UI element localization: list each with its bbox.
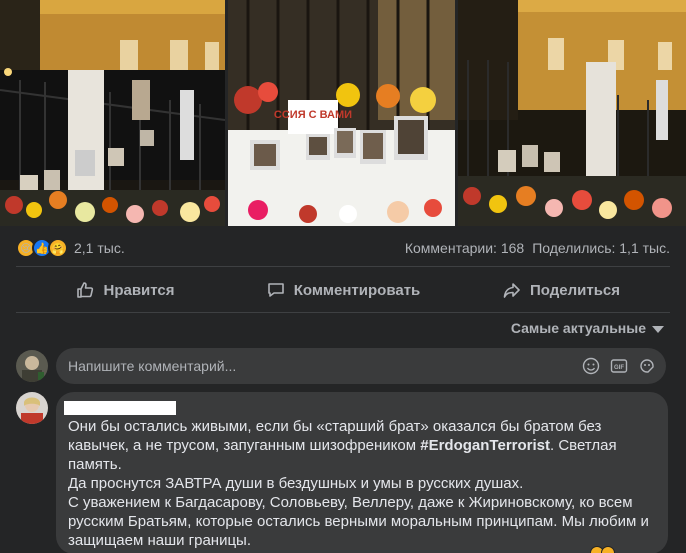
- banner-text: ССИЯ С ВАМИ: [274, 109, 352, 121]
- comment-text: Они бы остались живыми, если бы «старший…: [68, 417, 656, 550]
- comment-reaction-icon: [601, 546, 615, 553]
- shares-count[interactable]: Поделились: 1,1 тыс.: [532, 240, 670, 256]
- reactions-summary[interactable]: 😢 👍 🤗 2,1 тыс.: [16, 238, 125, 258]
- post-photo-2[interactable]: ССИЯ С ВАМИ: [228, 0, 455, 226]
- comment-reactions[interactable]: [590, 546, 615, 553]
- thumbs-up-icon: [77, 282, 94, 298]
- reactions-count[interactable]: 2,1 тыс.: [74, 240, 125, 256]
- hashtag-link[interactable]: #ErdoganTerrorist: [420, 437, 550, 454]
- comment-bubble: Они бы остались живыми, если бы «старший…: [56, 392, 668, 553]
- comment-item: Они бы остались живыми, если бы «старший…: [16, 392, 670, 553]
- gif-icon[interactable]: GIF: [610, 357, 628, 375]
- redacted-author-name[interactable]: [64, 401, 176, 415]
- comment-sort-dropdown[interactable]: Самые актуальные: [511, 320, 664, 336]
- comment-input[interactable]: Напишите комментарий... GIF: [56, 348, 666, 384]
- post-stats: 😢 👍 🤗 2,1 тыс. Комментарии: 168 Поделили…: [16, 236, 670, 260]
- sticker-icon[interactable]: [638, 357, 656, 375]
- caret-down-icon: [652, 325, 664, 333]
- comment-button[interactable]: Комментировать: [234, 272, 452, 308]
- post-photo-1[interactable]: [0, 0, 225, 226]
- like-button[interactable]: Нравится: [16, 272, 234, 308]
- svg-text:GIF: GIF: [614, 365, 624, 371]
- user-avatar[interactable]: [16, 350, 48, 382]
- care-reaction-icon: 🤗: [48, 238, 68, 258]
- emoji-icon[interactable]: [582, 357, 600, 375]
- divider: [16, 312, 670, 313]
- commenter-avatar[interactable]: [16, 392, 48, 424]
- divider: [16, 266, 670, 267]
- sort-label: Самые актуальные: [510, 320, 646, 336]
- share-button[interactable]: Поделиться: [452, 272, 670, 308]
- post-actions: Нравится Комментировать Поделиться: [16, 272, 670, 308]
- post-photo-3[interactable]: [458, 0, 686, 226]
- comments-count[interactable]: Комментарии: 168: [405, 240, 524, 256]
- comment-text-line2: Да проснутся ЗАВТРА души в бездушных и у…: [68, 475, 524, 492]
- like-button-label: Нравится: [103, 281, 175, 299]
- comment-icon: [267, 283, 284, 297]
- comment-button-label: Комментировать: [293, 281, 421, 299]
- comment-input-placeholder: Напишите комментарий...: [68, 358, 237, 374]
- comment-composer: Напишите комментарий... GIF: [16, 348, 666, 384]
- share-arrow-icon: [503, 283, 520, 298]
- post-photo-collage[interactable]: ССИЯ С ВАМИ: [0, 0, 686, 226]
- share-button-label: Поделиться: [529, 281, 621, 299]
- comment-text-line3: С уважением к Багдасарову, Соловьеву, Ве…: [68, 494, 654, 549]
